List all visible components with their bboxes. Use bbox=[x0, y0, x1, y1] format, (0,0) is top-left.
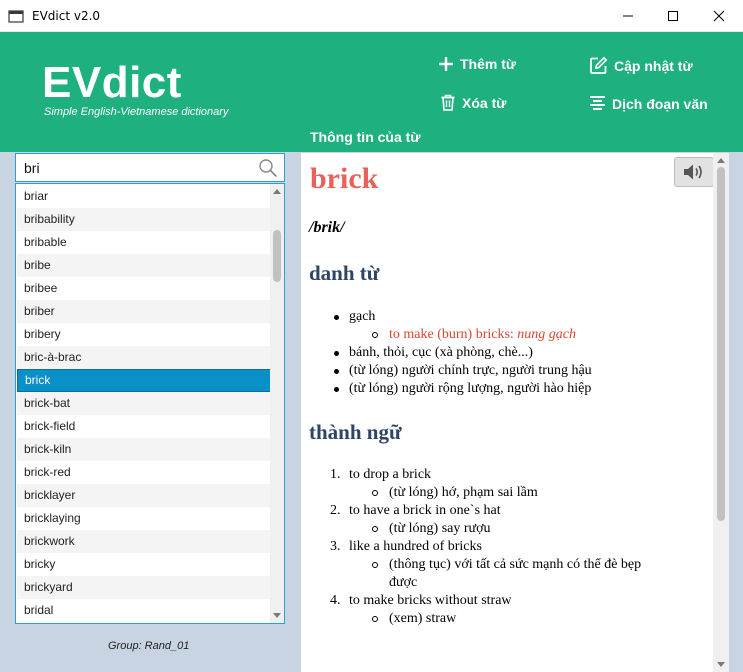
detail-section-title: Thông tin của từ bbox=[310, 129, 421, 145]
speaker-icon bbox=[684, 164, 702, 180]
bullet-disc bbox=[334, 351, 339, 356]
idiom-phrase: to make bricks without straw bbox=[349, 593, 512, 608]
word-list-item[interactable]: bricklayer bbox=[17, 484, 271, 507]
noun-item: (từ lóng) người rộng lượng, người hào hi… bbox=[349, 381, 592, 396]
idiom-phrase: to drop a brick bbox=[349, 467, 432, 482]
add-word-label: Thêm từ bbox=[460, 56, 517, 72]
search-input[interactable] bbox=[16, 154, 252, 181]
idiom-meaning: (xem) straw bbox=[389, 611, 457, 626]
idiom-meaning: (từ lóng) say rượu bbox=[389, 521, 491, 536]
word-list-item[interactable]: bribe bbox=[17, 254, 271, 277]
word-list-item[interactable]: bricky bbox=[17, 553, 271, 576]
edit-icon bbox=[590, 56, 608, 74]
noun-heading: danh từ bbox=[309, 261, 380, 285]
delete-word-button[interactable]: Xóa từ bbox=[440, 94, 506, 111]
entry-word: brick bbox=[310, 162, 379, 195]
bullet-circle bbox=[372, 562, 378, 568]
word-list-item[interactable]: briar bbox=[17, 185, 271, 208]
scroll-up-arrow[interactable] bbox=[270, 184, 284, 198]
noun-item: bánh, thỏi, cục (xà phòng, chè...) bbox=[349, 345, 533, 360]
maximize-icon bbox=[668, 11, 678, 21]
trash-icon bbox=[441, 94, 455, 111]
idiom-meaning-cont: được bbox=[389, 575, 418, 590]
idiom-phrase: like a hundred of bricks bbox=[349, 539, 482, 554]
update-word-button[interactable]: Cập nhật từ bbox=[589, 56, 693, 75]
word-list-scrollbar[interactable] bbox=[270, 184, 284, 623]
idiom-number: 2. bbox=[330, 503, 341, 518]
word-list-item[interactable]: bric-à-brac bbox=[17, 346, 271, 369]
word-list-item[interactable]: brick bbox=[17, 369, 271, 392]
idiom-number: 4. bbox=[330, 593, 341, 608]
word-list-item[interactable]: brickwork bbox=[17, 530, 271, 553]
pronunciation: /brik/ bbox=[309, 219, 345, 236]
translate-text-button[interactable]: Dịch đoạn văn bbox=[589, 95, 708, 112]
idiom-heading: thành ngữ bbox=[309, 420, 402, 444]
app-header: EVdict Simple English-Vietnamese diction… bbox=[0, 32, 743, 152]
idiom-number: 1. bbox=[330, 467, 341, 482]
word-list-item[interactable]: bribability bbox=[17, 208, 271, 231]
scroll-down-arrow[interactable] bbox=[713, 658, 729, 672]
minimize-icon bbox=[623, 15, 633, 17]
noun-item: (từ lóng) người chính trực, người trung … bbox=[349, 363, 592, 378]
word-list-item[interactable]: brick-bat bbox=[17, 392, 271, 415]
title-bar: EVdict v2.0 bbox=[0, 0, 743, 32]
word-list-item[interactable]: brickyard bbox=[17, 576, 271, 599]
search-icon[interactable] bbox=[258, 158, 278, 178]
chevron-up-icon bbox=[717, 158, 725, 163]
word-list-item[interactable]: brick-kiln bbox=[17, 438, 271, 461]
translate-text-label: Dịch đoạn văn bbox=[612, 95, 708, 112]
close-icon bbox=[713, 10, 725, 22]
chevron-down-icon bbox=[717, 662, 725, 667]
scroll-down-arrow[interactable] bbox=[270, 609, 284, 623]
bullet-circle bbox=[372, 490, 378, 496]
align-center-icon bbox=[590, 96, 605, 110]
word-list-item[interactable]: brick-field bbox=[17, 415, 271, 438]
close-button[interactable] bbox=[696, 0, 742, 32]
idiom-meaning: (thông tục) với tất cả sức mạnh có thể đ… bbox=[389, 557, 642, 572]
scroll-up-arrow[interactable] bbox=[713, 153, 729, 167]
word-list-item[interactable]: bridal bbox=[17, 599, 271, 622]
bullet-disc bbox=[334, 369, 339, 374]
group-label: Group: Rand_01 bbox=[108, 640, 190, 652]
noun-item: gạch bbox=[349, 309, 376, 324]
chevron-down-icon bbox=[273, 613, 281, 618]
search-box bbox=[15, 153, 285, 182]
idiom-meaning: (từ lóng) hớ, phạm sai lầm bbox=[389, 485, 538, 500]
detail-scrollbar[interactable] bbox=[713, 153, 729, 672]
app-logo: EVdict bbox=[42, 58, 182, 107]
word-list-item[interactable]: bribery bbox=[17, 323, 271, 346]
chevron-up-icon bbox=[273, 189, 281, 194]
word-list-item[interactable]: bribee bbox=[17, 277, 271, 300]
word-list-item[interactable]: brick-red bbox=[17, 461, 271, 484]
noun-example: to make (burn) bricks: nung gạch bbox=[389, 326, 576, 344]
maximize-button[interactable] bbox=[650, 0, 696, 32]
scroll-thumb[interactable] bbox=[273, 230, 281, 283]
bullet-circle bbox=[372, 616, 378, 622]
bullet-circle bbox=[372, 526, 378, 532]
bullet-disc bbox=[334, 315, 339, 320]
pronounce-button[interactable] bbox=[674, 157, 714, 187]
word-detail-panel: brick /brik/ danh từ gạch to make (burn)… bbox=[301, 153, 729, 672]
window-title: EVdict v2.0 bbox=[32, 9, 101, 23]
idiom-number: 3. bbox=[330, 539, 341, 554]
app-tagline: Simple English-Vietnamese dictionary bbox=[44, 106, 229, 118]
app-icon bbox=[8, 10, 24, 23]
add-word-button[interactable]: Thêm từ bbox=[438, 56, 516, 72]
bullet-circle bbox=[372, 332, 378, 338]
example-phrase: to make (burn) bricks: bbox=[389, 327, 518, 342]
word-list-item[interactable]: bribable bbox=[17, 231, 271, 254]
idiom-phrase: to have a brick in one`s hat bbox=[349, 503, 501, 518]
scroll-thumb[interactable] bbox=[717, 167, 725, 521]
bullet-disc bbox=[334, 387, 339, 392]
example-meaning: nung gạch bbox=[517, 327, 577, 342]
plus-icon bbox=[439, 57, 453, 71]
minimize-button[interactable] bbox=[605, 0, 651, 32]
word-list-items: briar bribability bribable bribe bribee bribe… bbox=[17, 185, 271, 622]
delete-word-label: Xóa từ bbox=[462, 94, 507, 111]
update-word-label: Cập nhật từ bbox=[614, 57, 693, 74]
word-list-item[interactable]: briber bbox=[17, 300, 271, 323]
word-list-item[interactable]: bricklaying bbox=[17, 507, 271, 530]
word-list[interactable]: briar bribability bribable bribe bribee bribe… bbox=[15, 183, 285, 624]
